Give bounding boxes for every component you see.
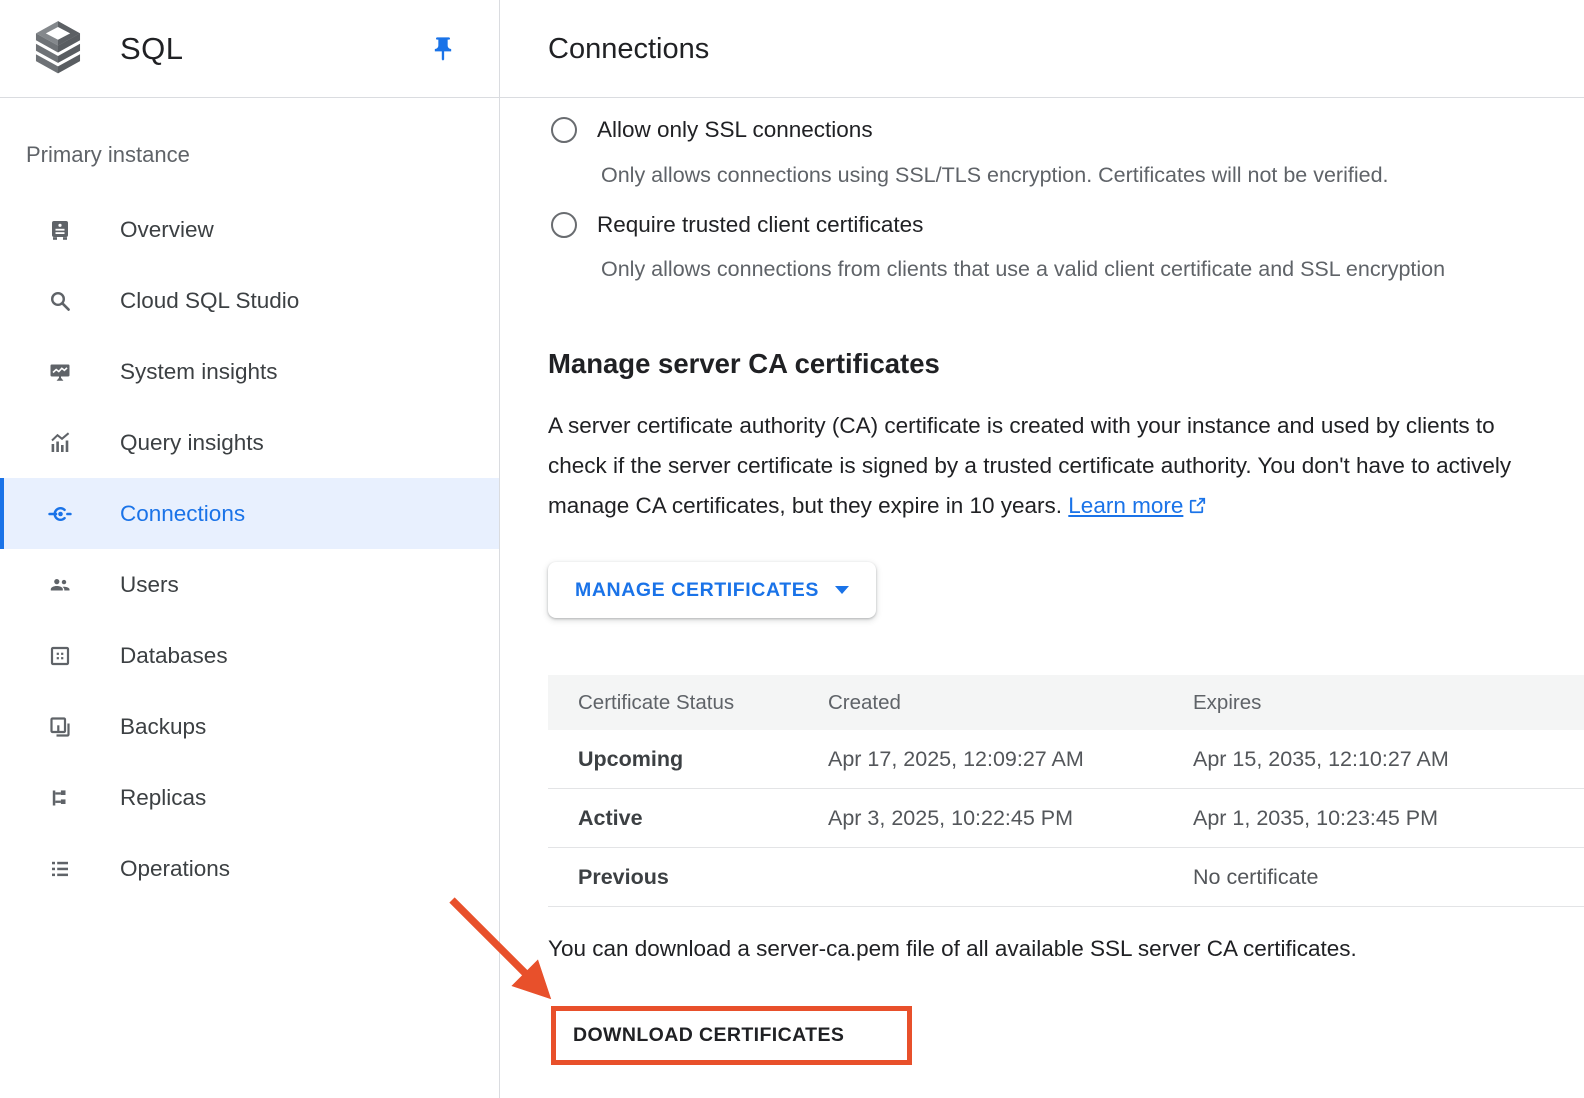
column-header-expires: Expires: [1163, 691, 1584, 715]
sidebar-item-label: Databases: [120, 643, 228, 669]
table-row: Active Apr 3, 2025, 10:22:45 PM Apr 1, 2…: [548, 789, 1584, 848]
sidebar-item-label: Users: [120, 572, 179, 598]
radio-button-icon[interactable]: [551, 212, 577, 238]
sidebar-item-label: System insights: [120, 359, 278, 385]
sidebar-section-label: Primary instance: [26, 142, 499, 168]
system-insights-icon: [48, 360, 72, 384]
sidebar-item-label: Backups: [120, 714, 206, 740]
manage-certificates-label: MANAGE CERTIFICATES: [575, 579, 819, 602]
radio-option-description: Only allows connections from clients tha…: [601, 257, 1445, 282]
sidebar-item-backups[interactable]: Backups: [0, 691, 499, 762]
external-link-icon: [1188, 496, 1207, 515]
pin-icon[interactable]: [429, 35, 457, 63]
overview-icon: [48, 218, 72, 242]
table-row: Previous No certificate: [548, 848, 1584, 907]
sidebar-item-query-insights[interactable]: Query insights: [0, 407, 499, 478]
download-certificates-button[interactable]: DOWNLOAD CERTIFICATES: [556, 1011, 907, 1060]
ssl-option-allow-only-ssl[interactable]: Allow only SSL connections: [551, 117, 873, 143]
download-info-text: You can download a server-ca.pem file of…: [548, 936, 1357, 962]
cell-created: Apr 17, 2025, 12:09:27 AM: [798, 747, 1163, 772]
operations-icon: [48, 857, 72, 881]
sidebar-header: SQL: [0, 0, 499, 98]
section-description-text: A server certificate authority (CA) cert…: [548, 413, 1511, 518]
cell-status: Previous: [548, 865, 798, 890]
sidebar-item-databases[interactable]: Databases: [0, 620, 499, 691]
page-header: Connections: [500, 0, 1584, 98]
manage-certificates-button[interactable]: MANAGE CERTIFICATES: [548, 562, 876, 618]
radio-option-label: Allow only SSL connections: [597, 117, 873, 143]
section-description: A server certificate authority (CA) cert…: [548, 406, 1536, 526]
ssl-option-require-client-certs[interactable]: Require trusted client certificates: [551, 212, 923, 238]
sidebar-menu: Overview Cloud SQL Studio System insight…: [0, 194, 499, 904]
section-title: Manage server CA certificates: [548, 348, 940, 380]
sidebar-item-users[interactable]: Users: [0, 549, 499, 620]
cell-created: Apr 3, 2025, 10:22:45 PM: [798, 806, 1163, 831]
sidebar-item-label: Cloud SQL Studio: [120, 288, 299, 314]
page-title: Connections: [548, 0, 709, 98]
sidebar-item-system-insights[interactable]: System insights: [0, 336, 499, 407]
certificates-table: Certificate Status Created Expires Upcom…: [548, 675, 1584, 907]
backups-icon: [48, 715, 72, 739]
databases-icon: [48, 644, 72, 668]
cell-expires: Apr 15, 2035, 12:10:27 AM: [1163, 747, 1584, 772]
radio-option-description: Only allows connections using SSL/TLS en…: [601, 163, 1389, 188]
query-insights-icon: [48, 431, 72, 455]
sidebar-item-label: Connections: [120, 501, 245, 527]
radio-button-icon[interactable]: [551, 117, 577, 143]
learn-more-link[interactable]: Learn more: [1068, 493, 1207, 518]
main-content: Connections Allow only SSL connections O…: [500, 0, 1584, 1098]
sidebar-item-label: Operations: [120, 856, 230, 882]
product-title: SQL: [120, 31, 184, 67]
learn-more-label: Learn more: [1068, 493, 1183, 518]
cell-status: Upcoming: [548, 747, 798, 772]
sidebar-item-cloud-sql-studio[interactable]: Cloud SQL Studio: [0, 265, 499, 336]
table-row: Upcoming Apr 17, 2025, 12:09:27 AM Apr 1…: [548, 730, 1584, 789]
sidebar-item-replicas[interactable]: Replicas: [0, 762, 499, 833]
users-icon: [48, 573, 72, 597]
sidebar-item-operations[interactable]: Operations: [0, 833, 499, 904]
chevron-down-icon: [835, 586, 849, 594]
sidebar: SQL Primary instance Overview Cloud SQL …: [0, 0, 500, 1098]
cell-status: Active: [548, 806, 798, 831]
cell-expires: Apr 1, 2035, 10:23:45 PM: [1163, 806, 1584, 831]
table-header-row: Certificate Status Created Expires: [548, 675, 1584, 730]
cell-expires: No certificate: [1163, 865, 1584, 890]
sidebar-item-connections[interactable]: Connections: [0, 478, 499, 549]
column-header-created: Created: [798, 691, 1163, 715]
connections-icon: [48, 502, 72, 526]
sidebar-item-label: Query insights: [120, 430, 264, 456]
search-icon: [48, 289, 72, 313]
replicas-icon: [48, 786, 72, 810]
annotation-highlight-box: DOWNLOAD CERTIFICATES: [551, 1006, 912, 1065]
cloud-sql-logo-icon: [32, 20, 84, 78]
sidebar-item-overview[interactable]: Overview: [0, 194, 499, 265]
radio-option-label: Require trusted client certificates: [597, 212, 923, 238]
sidebar-item-label: Replicas: [120, 785, 206, 811]
column-header-certificate-status: Certificate Status: [548, 691, 798, 715]
sidebar-item-label: Overview: [120, 217, 214, 243]
